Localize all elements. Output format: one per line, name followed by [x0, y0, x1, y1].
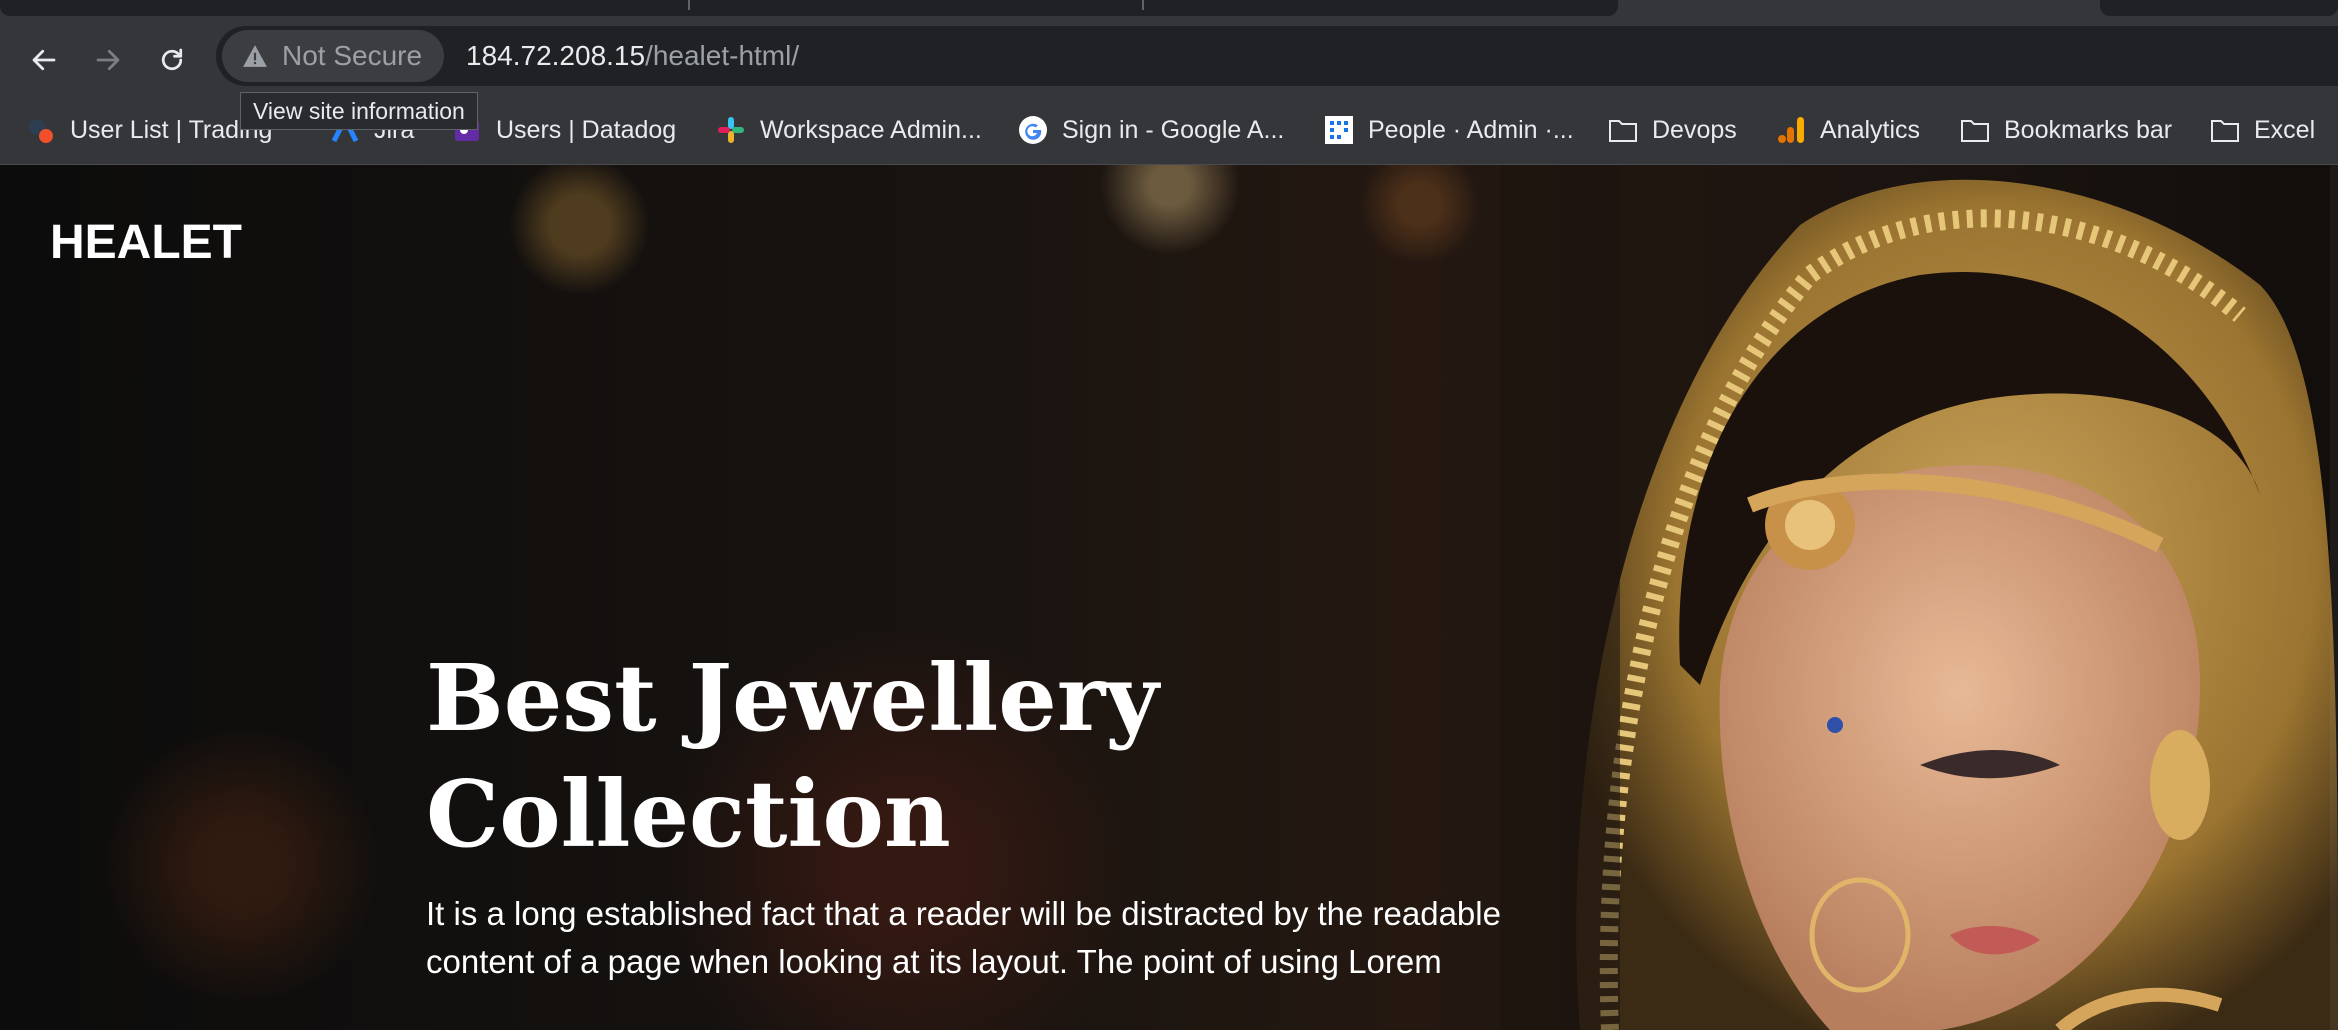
bookmark-users-datadog[interactable]: Users | Datadog: [452, 96, 676, 164]
tab-group[interactable]: [0, 0, 1618, 16]
google-icon: [1018, 115, 1048, 145]
folder-icon: [1608, 115, 1638, 145]
hero-title: Best Jewellery Collection: [426, 640, 1326, 872]
bookmark-label: People · Admin ·...: [1368, 115, 1574, 144]
reload-icon: [161, 48, 183, 71]
bookmark-folder-excel[interactable]: Excel: [2210, 96, 2315, 164]
bookmark-label: Workspace Admin...: [760, 115, 982, 144]
bookmark-label: Bookmarks bar: [2004, 115, 2173, 144]
back-button[interactable]: [22, 38, 66, 82]
folder-icon: [1960, 115, 1990, 145]
tab[interactable]: [2100, 0, 2338, 16]
bookmark-folder-bookmarks-bar[interactable]: Bookmarks bar: [1960, 96, 2172, 164]
bookmark-analytics[interactable]: Analytics: [1776, 96, 1920, 164]
back-arrow-icon: [32, 49, 56, 71]
trading-app-icon: [26, 115, 56, 145]
site-info-tooltip: View site information: [240, 92, 478, 130]
tab-strip: [0, 0, 2338, 20]
bookmark-label: Excel: [2254, 115, 2316, 144]
address-bar[interactable]: Not Secure 184.72.208.15/healet-html/: [216, 26, 2338, 86]
tab-separator: [688, 0, 690, 10]
slack-icon: [716, 115, 746, 145]
hero-bride-image: [1500, 165, 2338, 1030]
hero-description: It is a long established fact that a rea…: [426, 895, 1501, 980]
bookmark-user-list-trading[interactable]: User List | Trading: [26, 96, 272, 164]
web-page: HEALET Best Jewellery Collection It is a…: [0, 165, 2338, 1030]
admin-grid-icon: [1324, 115, 1354, 145]
bookmark-label: Devops: [1652, 115, 1737, 144]
bookmark-workspace-admin[interactable]: Workspace Admin...: [716, 96, 982, 164]
bookmark-people-admin[interactable]: People · Admin ·...: [1324, 96, 1574, 164]
page-scrollbar[interactable]: [2330, 165, 2338, 1030]
not-secure-label: Not Secure: [282, 40, 423, 71]
forward-button[interactable]: [86, 38, 130, 82]
forward-arrow-icon: [96, 49, 120, 71]
bookmark-label: Sign in - Google A...: [1062, 115, 1285, 144]
site-logo[interactable]: HEALET: [50, 215, 242, 270]
bookmark-folder-devops[interactable]: Devops: [1608, 96, 1737, 164]
url-host: 184.72.208.15: [466, 40, 646, 71]
warning-triangle-icon: [243, 45, 267, 67]
hero-title-line-1: Best Jewellery: [426, 644, 1159, 752]
bookmark-label: Analytics: [1820, 115, 1921, 144]
url-path: /healet-html/: [645, 40, 800, 71]
browser-toolbar: Not Secure 184.72.208.15/healet-html/: [0, 20, 2338, 96]
analytics-icon: [1776, 115, 1806, 145]
tab-separator: [1142, 0, 1144, 10]
bookmark-google-sign-in[interactable]: Sign in - Google A...: [1018, 96, 1284, 164]
folder-icon: [2210, 115, 2240, 145]
bookmark-label: Users | Datadog: [496, 115, 677, 144]
hero-title-line-2: Collection: [426, 760, 951, 868]
url-text[interactable]: 184.72.208.15/healet-html/: [466, 26, 799, 86]
site-info-chip[interactable]: Not Secure: [222, 30, 444, 82]
reload-button[interactable]: [150, 38, 194, 82]
